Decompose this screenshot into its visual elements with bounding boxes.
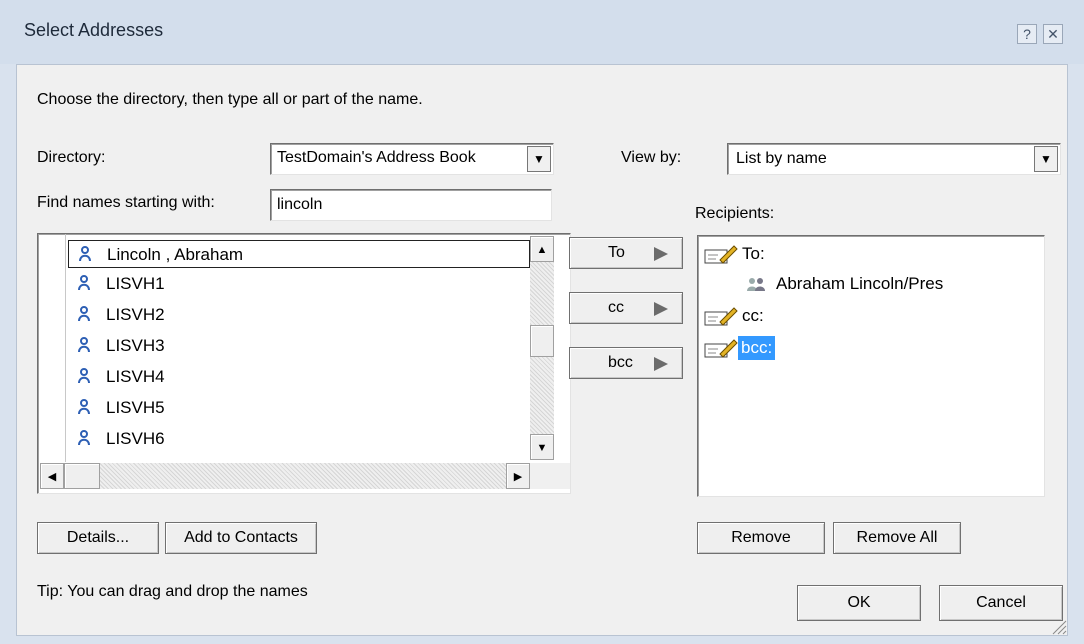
details-button[interactable]: Details... xyxy=(37,522,159,554)
chevron-down-icon[interactable]: ▼ xyxy=(527,146,551,172)
add-cc-button-label: cc xyxy=(608,299,624,316)
add-to-contacts-button[interactable]: Add to Contacts xyxy=(165,522,317,554)
add-bcc-button[interactable]: bcc xyxy=(569,347,683,379)
directory-label: Directory: xyxy=(37,149,106,166)
person-icon xyxy=(78,275,90,291)
instructions-text: Choose the directory, then type all or p… xyxy=(37,91,423,108)
add-to-button[interactable]: To xyxy=(569,237,683,269)
address-card-icon xyxy=(704,307,738,326)
list-item-label: LISVH5 xyxy=(106,398,165,417)
remove-button[interactable]: Remove xyxy=(697,522,825,554)
list-item[interactable]: LISVH6 xyxy=(68,425,554,453)
list-item-label: LISVH3 xyxy=(106,336,165,355)
scroll-right-arrow-icon[interactable]: ▶ xyxy=(506,463,530,489)
person-icon xyxy=(78,368,90,384)
recipient-group-label: bcc: xyxy=(738,336,776,360)
horizontal-scrollbar[interactable]: ◀ ▶ xyxy=(40,463,530,489)
list-item[interactable]: LISVH2 xyxy=(68,301,554,329)
view-by-label: View by: xyxy=(621,149,682,166)
view-by-dropdown[interactable]: List by name ▼ xyxy=(727,143,1061,175)
scroll-down-arrow-icon[interactable]: ▼ xyxy=(530,434,554,460)
add-cc-button[interactable]: cc xyxy=(569,292,683,324)
recipient-group-label: To: xyxy=(742,244,765,263)
remove-all-button[interactable]: Remove All xyxy=(833,522,961,554)
person-icon xyxy=(78,306,90,322)
list-item[interactable]: LISVH1 xyxy=(68,270,554,298)
list-item-label: LISVH6 xyxy=(106,429,165,448)
list-item[interactable]: LISVH3 xyxy=(68,332,554,360)
dialog-title: Select Addresses xyxy=(24,20,164,40)
person-icon xyxy=(78,430,90,446)
tip-text: Tip: You can drag and drop the names xyxy=(37,583,308,600)
scroll-up-arrow-icon[interactable]: ▲ xyxy=(530,236,554,262)
arrow-right-icon xyxy=(654,247,668,261)
select-addresses-dialog: Select Addresses ? ✕ Choose the director… xyxy=(0,0,1084,644)
list-gutter-divider xyxy=(65,234,66,462)
address-card-icon xyxy=(704,339,738,358)
add-to-button-label: To xyxy=(608,244,625,261)
list-item[interactable]: LISVH5 xyxy=(68,394,554,422)
ok-button[interactable]: OK xyxy=(797,585,921,621)
vertical-scrollbar[interactable]: ▲ ▼ xyxy=(530,236,554,460)
list-item[interactable]: Lincoln , Abraham xyxy=(68,240,530,268)
directory-value: TestDomain's Address Book xyxy=(277,149,476,166)
recipient-entry-label: Abraham Lincoln/Pres xyxy=(776,274,944,293)
directory-dropdown[interactable]: TestDomain's Address Book ▼ xyxy=(270,143,554,175)
find-names-value: lincoln xyxy=(277,196,323,213)
person-icon xyxy=(78,337,90,353)
arrow-right-icon xyxy=(654,357,668,371)
resize-grip-icon[interactable] xyxy=(1049,617,1067,635)
group-icon xyxy=(747,278,765,291)
dialog-body: Choose the directory, then type all or p… xyxy=(16,64,1068,636)
arrow-right-icon xyxy=(654,302,668,316)
person-icon xyxy=(78,399,90,415)
horizontal-scroll-thumb[interactable] xyxy=(64,463,100,489)
find-names-input[interactable]: lincoln xyxy=(270,189,552,221)
add-bcc-button-label: bcc xyxy=(608,354,633,371)
help-button[interactable]: ? xyxy=(1017,24,1037,44)
view-by-value: List by name xyxy=(736,150,827,167)
scroll-left-arrow-icon[interactable]: ◀ xyxy=(40,463,64,489)
cancel-button[interactable]: Cancel xyxy=(939,585,1063,621)
vertical-scroll-thumb[interactable] xyxy=(530,325,554,357)
list-item-label: LISVH4 xyxy=(106,367,165,386)
list-item-label: LISVH2 xyxy=(106,305,165,324)
list-item[interactable]: LISVH4 xyxy=(68,363,554,391)
find-names-label: Find names starting with: xyxy=(37,194,215,211)
chevron-down-icon[interactable]: ▼ xyxy=(1034,146,1058,172)
scrollbar-corner xyxy=(530,463,570,489)
recipients-listbox[interactable]: To: Abraham Lincoln/Pres cc: bcc: xyxy=(697,235,1045,497)
list-item-label: LISVH1 xyxy=(106,274,165,293)
close-button[interactable]: ✕ xyxy=(1043,24,1063,44)
address-card-icon xyxy=(704,245,738,264)
person-icon xyxy=(79,246,91,262)
names-listbox[interactable]: Lincoln , Abraham LISVH1 LISVH2 LISVH3 L… xyxy=(37,233,571,494)
title-bar: Select Addresses ? ✕ xyxy=(0,0,1084,64)
recipient-group-label: cc: xyxy=(742,306,764,325)
list-item-label: Lincoln , Abraham xyxy=(107,245,244,264)
recipients-label: Recipients: xyxy=(695,205,775,222)
